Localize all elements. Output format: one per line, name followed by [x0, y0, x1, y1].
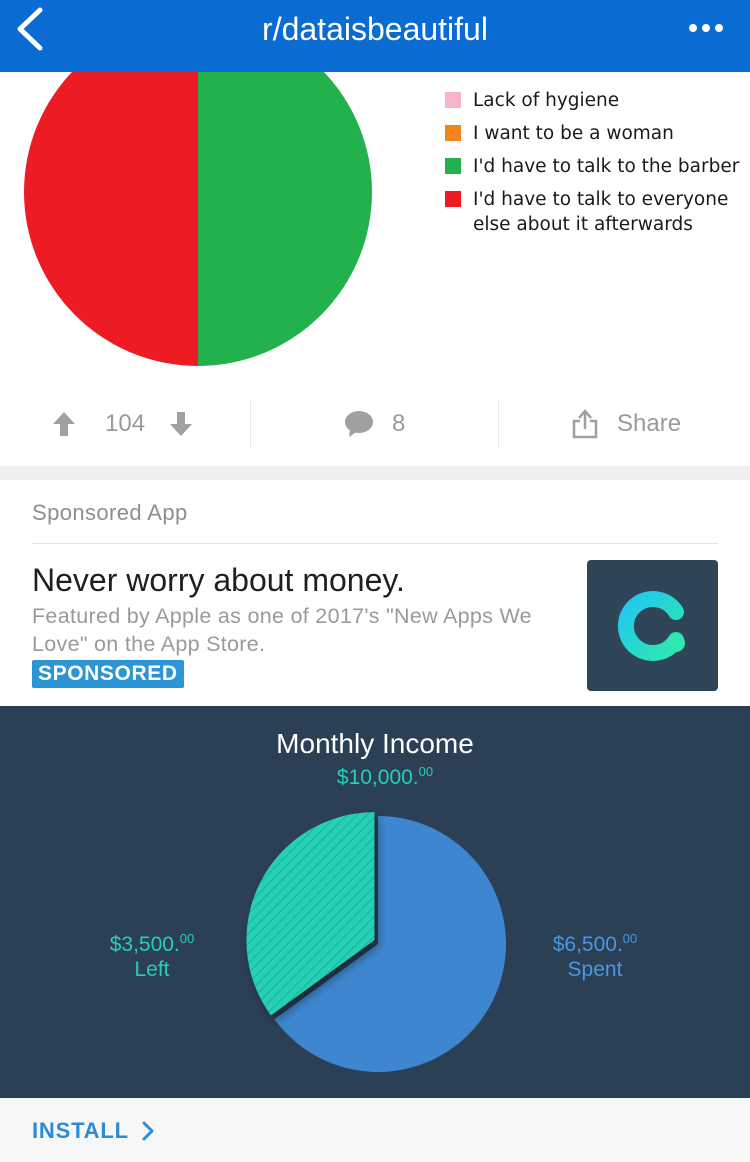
- legend-item: I want to be a woman: [445, 121, 739, 146]
- pie-slice: [198, 72, 372, 366]
- share-label: Share: [617, 410, 682, 437]
- sponsored-card[interactable]: Sponsored App Never worry about money. F…: [0, 480, 750, 706]
- app-icon[interactable]: [587, 560, 718, 691]
- score-count: 104: [105, 410, 146, 437]
- ad-title[interactable]: Never worry about money.: [32, 562, 405, 599]
- pie-slice: [24, 72, 198, 366]
- install-label: INSTALL: [32, 1118, 129, 1143]
- legend-label: I'd have to talk to everyone else about i…: [473, 189, 729, 235]
- divider: [498, 400, 499, 448]
- install-button[interactable]: INSTALL: [32, 1118, 157, 1144]
- install-bar: INSTALL: [0, 1098, 750, 1162]
- comment-bubble-icon: [345, 411, 373, 437]
- nav-bar: r/dataisbeautiful: [0, 0, 750, 72]
- sponsored-badge: SPONSORED: [32, 660, 184, 688]
- comments-count: 8: [392, 410, 406, 437]
- page-title: r/dataisbeautiful: [262, 11, 488, 47]
- share-button[interactable]: Share: [572, 400, 681, 448]
- chart-legend: Lack of hygiene I want to be a woman I'd…: [445, 88, 739, 245]
- legend-item: I'd have to talk to everyone else about i…: [445, 187, 739, 237]
- post-image[interactable]: Lack of hygiene I want to be a woman I'd…: [0, 72, 750, 382]
- legend-label: Lack of hygiene: [473, 90, 620, 111]
- legend-swatch: [445, 191, 461, 207]
- divider: [32, 543, 718, 544]
- more-horizontal-icon: [689, 24, 723, 32]
- screen: { "header": { "title": "r/dataisbeautifu…: [0, 0, 750, 1162]
- chevron-right-icon: [142, 1121, 154, 1141]
- legend-item: I'd have to talk to the barber: [445, 154, 739, 179]
- divider: [250, 400, 251, 448]
- more-button[interactable]: [686, 14, 726, 42]
- legend-swatch: [445, 92, 461, 108]
- legend-swatch: [445, 125, 461, 141]
- arrow-down-icon[interactable]: [169, 411, 193, 437]
- sponsored-label: Sponsored App: [32, 500, 188, 525]
- legend-label: I want to be a woman: [473, 123, 674, 144]
- arrow-up-icon[interactable]: [52, 411, 76, 437]
- clarity-logo-icon: [617, 591, 685, 661]
- comments-button[interactable]: 8: [344, 400, 405, 448]
- vote-group: 104: [52, 400, 193, 448]
- ad-description: Featured by Apple as one of 2017's "New …: [32, 604, 532, 656]
- section-gap: [0, 466, 750, 480]
- post-pie-chart: [24, 72, 372, 366]
- post-action-bar: 104 8 Share: [0, 382, 750, 466]
- income-pie-chart: [246, 812, 506, 1072]
- legend-label: I'd have to talk to the barber: [473, 156, 740, 177]
- ad-creative[interactable]: Monthly Income $10,000.00 $3,500.00 Left…: [0, 706, 750, 1098]
- legend-swatch: [445, 158, 461, 174]
- legend-item: Lack of hygiene: [445, 88, 739, 113]
- share-icon: [572, 409, 598, 439]
